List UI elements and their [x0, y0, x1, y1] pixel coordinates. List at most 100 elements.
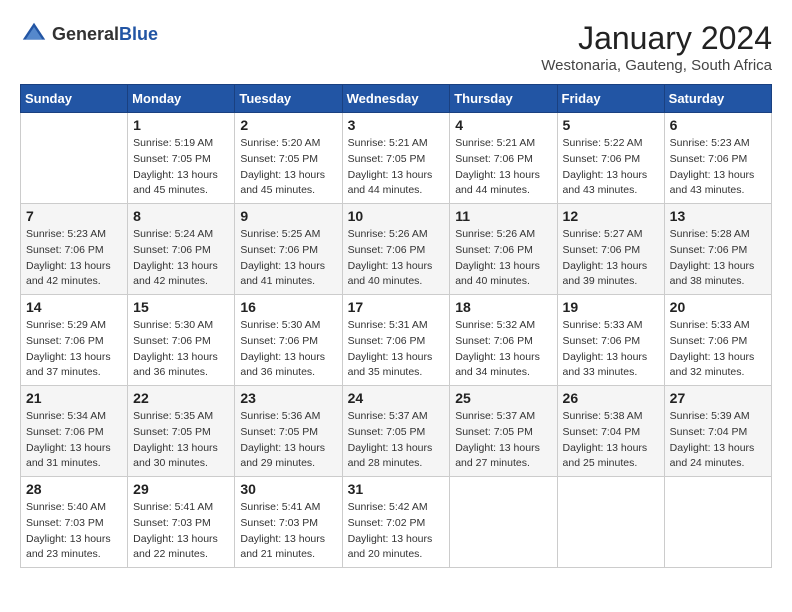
day-info: Sunrise: 5:24 AM Sunset: 7:06 PM Dayligh…	[133, 227, 229, 290]
calendar-cell: 5Sunrise: 5:22 AM Sunset: 7:06 PM Daylig…	[557, 113, 664, 204]
weekday-header-saturday: Saturday	[664, 85, 771, 113]
calendar-cell: 13 Sunrise: 5:28 AM Sunset: 7:06 PM Dayli…	[664, 204, 771, 295]
calendar-cell: 14 Sunrise: 5:29 AM Sunset: 7:06 PM Dayli…	[21, 295, 128, 386]
day-info: Sunrise: 5:25 AM Sunset: 7:06 PM Dayligh…	[240, 227, 336, 290]
day-number: 4	[455, 117, 551, 133]
calendar-cell: 25 Sunrise: 5:37 AM Sunset: 7:05 PM Dayli…	[450, 386, 557, 477]
day-info: Sunrise: 5:38 AM Sunset: 7:04 PM Dayligh…	[563, 409, 659, 472]
day-info: Sunrise: 5:40 AM Sunset: 7:03 PM Dayligh…	[26, 500, 122, 563]
calendar-cell: 12Sunrise: 5:27 AM Sunset: 7:06 PM Dayli…	[557, 204, 664, 295]
calendar-cell: 6Sunrise: 5:23 AM Sunset: 7:06 PM Daylig…	[664, 113, 771, 204]
calendar-cell: 8 Sunrise: 5:24 AM Sunset: 7:06 PM Daylig…	[128, 204, 235, 295]
day-number: 11	[455, 208, 551, 224]
calendar-cell: 21 Sunrise: 5:34 AM Sunset: 7:06 PM Dayli…	[21, 386, 128, 477]
calendar-cell: 17Sunrise: 5:31 AM Sunset: 7:06 PM Dayli…	[342, 295, 450, 386]
day-number: 15	[133, 299, 229, 315]
day-info: Sunrise: 5:23 AM Sunset: 7:06 PM Dayligh…	[670, 136, 766, 199]
calendar-body: 1Sunrise: 5:19 AM Sunset: 7:05 PM Daylig…	[21, 113, 772, 568]
day-info: Sunrise: 5:30 AM Sunset: 7:06 PM Dayligh…	[133, 318, 229, 381]
day-info: Sunrise: 5:36 AM Sunset: 7:05 PM Dayligh…	[240, 409, 336, 472]
day-info: Sunrise: 5:41 AM Sunset: 7:03 PM Dayligh…	[133, 500, 229, 563]
day-info: Sunrise: 5:35 AM Sunset: 7:05 PM Dayligh…	[133, 409, 229, 472]
page-header: GeneralBlue January 2024 Westonaria, Gau…	[20, 20, 772, 74]
weekday-header-row: SundayMondayTuesdayWednesdayThursdayFrid…	[21, 85, 772, 113]
calendar-header: SundayMondayTuesdayWednesdayThursdayFrid…	[21, 85, 772, 113]
calendar-cell: 30 Sunrise: 5:41 AM Sunset: 7:03 PM Dayli…	[235, 477, 342, 568]
day-info: Sunrise: 5:26 AM Sunset: 7:06 PM Dayligh…	[455, 227, 551, 290]
calendar-cell: 19 Sunrise: 5:33 AM Sunset: 7:06 PM Dayli…	[557, 295, 664, 386]
day-number: 18	[455, 299, 551, 315]
calendar-cell: 1Sunrise: 5:19 AM Sunset: 7:05 PM Daylig…	[128, 113, 235, 204]
day-number: 23	[240, 390, 336, 406]
day-number: 7	[26, 208, 122, 224]
day-info: Sunrise: 5:28 AM Sunset: 7:06 PM Dayligh…	[670, 227, 766, 290]
calendar-cell: 15 Sunrise: 5:30 AM Sunset: 7:06 PM Dayli…	[128, 295, 235, 386]
calendar-cell: 10Sunrise: 5:26 AM Sunset: 7:06 PM Dayli…	[342, 204, 450, 295]
calendar-cell: 26 Sunrise: 5:38 AM Sunset: 7:04 PM Dayli…	[557, 386, 664, 477]
day-number: 2	[240, 117, 336, 133]
day-info: Sunrise: 5:34 AM Sunset: 7:06 PM Dayligh…	[26, 409, 122, 472]
location-title: Westonaria, Gauteng, South Africa	[541, 57, 772, 74]
month-title: January 2024	[541, 20, 772, 57]
day-number: 29	[133, 481, 229, 497]
day-number: 19	[563, 299, 659, 315]
logo-text-general: General	[52, 24, 119, 44]
day-info: Sunrise: 5:33 AM Sunset: 7:06 PM Dayligh…	[670, 318, 766, 381]
day-info: Sunrise: 5:32 AM Sunset: 7:06 PM Dayligh…	[455, 318, 551, 381]
day-number: 8	[133, 208, 229, 224]
calendar-table: SundayMondayTuesdayWednesdayThursdayFrid…	[20, 84, 772, 568]
calendar-cell	[450, 477, 557, 568]
calendar-cell	[664, 477, 771, 568]
day-number: 22	[133, 390, 229, 406]
title-block: January 2024 Westonaria, Gauteng, South …	[541, 20, 772, 74]
day-info: Sunrise: 5:37 AM Sunset: 7:05 PM Dayligh…	[455, 409, 551, 472]
day-number: 28	[26, 481, 122, 497]
weekday-header-sunday: Sunday	[21, 85, 128, 113]
calendar-cell	[557, 477, 664, 568]
calendar-cell: 16 Sunrise: 5:30 AM Sunset: 7:06 PM Dayli…	[235, 295, 342, 386]
weekday-header-tuesday: Tuesday	[235, 85, 342, 113]
day-number: 24	[348, 390, 445, 406]
calendar-cell: 4 Sunrise: 5:21 AM Sunset: 7:06 PM Daylig…	[450, 113, 557, 204]
day-number: 14	[26, 299, 122, 315]
logo-text-blue: Blue	[119, 24, 158, 44]
day-number: 12	[563, 208, 659, 224]
day-number: 25	[455, 390, 551, 406]
calendar-cell: 11 Sunrise: 5:26 AM Sunset: 7:06 PM Dayli…	[450, 204, 557, 295]
day-info: Sunrise: 5:31 AM Sunset: 7:06 PM Dayligh…	[348, 318, 445, 381]
day-info: Sunrise: 5:21 AM Sunset: 7:05 PM Dayligh…	[348, 136, 445, 199]
calendar-cell: 31 Sunrise: 5:42 AM Sunset: 7:02 PM Dayli…	[342, 477, 450, 568]
calendar-cell: 28 Sunrise: 5:40 AM Sunset: 7:03 PM Dayli…	[21, 477, 128, 568]
day-info: Sunrise: 5:23 AM Sunset: 7:06 PM Dayligh…	[26, 227, 122, 290]
day-number: 13	[670, 208, 766, 224]
day-number: 1	[133, 117, 229, 133]
weekday-header-wednesday: Wednesday	[342, 85, 450, 113]
calendar-cell: 27Sunrise: 5:39 AM Sunset: 7:04 PM Dayli…	[664, 386, 771, 477]
day-info: Sunrise: 5:30 AM Sunset: 7:06 PM Dayligh…	[240, 318, 336, 381]
logo-icon	[20, 20, 48, 48]
week-row-4: 28 Sunrise: 5:40 AM Sunset: 7:03 PM Dayli…	[21, 477, 772, 568]
day-number: 30	[240, 481, 336, 497]
calendar-cell: 18 Sunrise: 5:32 AM Sunset: 7:06 PM Dayli…	[450, 295, 557, 386]
day-info: Sunrise: 5:42 AM Sunset: 7:02 PM Dayligh…	[348, 500, 445, 563]
day-info: Sunrise: 5:41 AM Sunset: 7:03 PM Dayligh…	[240, 500, 336, 563]
day-info: Sunrise: 5:37 AM Sunset: 7:05 PM Dayligh…	[348, 409, 445, 472]
day-number: 16	[240, 299, 336, 315]
calendar-cell	[21, 113, 128, 204]
week-row-2: 14 Sunrise: 5:29 AM Sunset: 7:06 PM Dayli…	[21, 295, 772, 386]
day-info: Sunrise: 5:33 AM Sunset: 7:06 PM Dayligh…	[563, 318, 659, 381]
day-info: Sunrise: 5:26 AM Sunset: 7:06 PM Dayligh…	[348, 227, 445, 290]
day-info: Sunrise: 5:22 AM Sunset: 7:06 PM Dayligh…	[563, 136, 659, 199]
day-number: 9	[240, 208, 336, 224]
day-number: 26	[563, 390, 659, 406]
calendar-cell: 9 Sunrise: 5:25 AM Sunset: 7:06 PM Daylig…	[235, 204, 342, 295]
week-row-1: 7 Sunrise: 5:23 AM Sunset: 7:06 PM Daylig…	[21, 204, 772, 295]
day-number: 21	[26, 390, 122, 406]
day-info: Sunrise: 5:21 AM Sunset: 7:06 PM Dayligh…	[455, 136, 551, 199]
day-number: 31	[348, 481, 445, 497]
calendar-cell: 3Sunrise: 5:21 AM Sunset: 7:05 PM Daylig…	[342, 113, 450, 204]
weekday-header-friday: Friday	[557, 85, 664, 113]
week-row-0: 1Sunrise: 5:19 AM Sunset: 7:05 PM Daylig…	[21, 113, 772, 204]
day-info: Sunrise: 5:29 AM Sunset: 7:06 PM Dayligh…	[26, 318, 122, 381]
calendar-cell: 29 Sunrise: 5:41 AM Sunset: 7:03 PM Dayli…	[128, 477, 235, 568]
